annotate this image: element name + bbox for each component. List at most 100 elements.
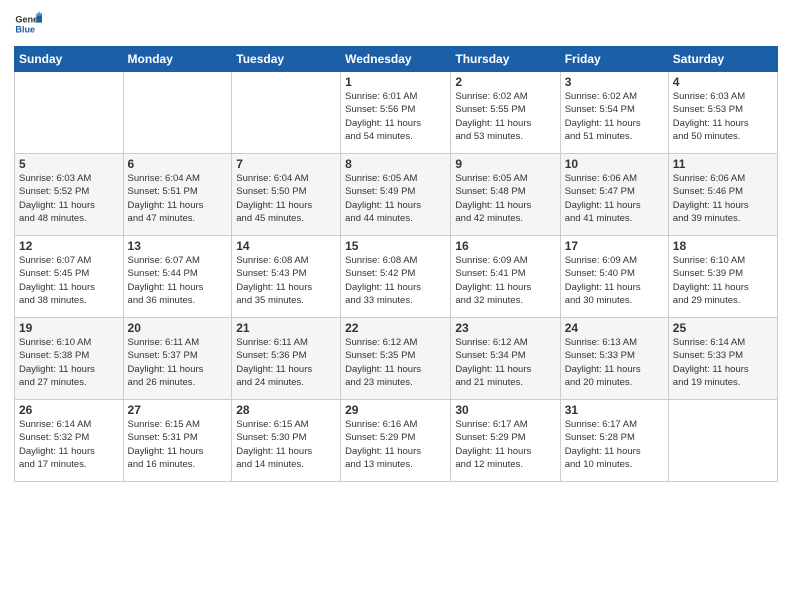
calendar-cell (232, 72, 341, 154)
calendar-cell: 24Sunrise: 6:13 AMSunset: 5:33 PMDayligh… (560, 318, 668, 400)
weekday-header: SundayMondayTuesdayWednesdayThursdayFrid… (15, 47, 778, 72)
day-info: Sunrise: 6:15 AMSunset: 5:30 PMDaylight:… (236, 418, 336, 471)
day-info: Sunrise: 6:17 AMSunset: 5:29 PMDaylight:… (455, 418, 555, 471)
weekday-header-cell: Saturday (668, 47, 777, 72)
day-number: 16 (455, 239, 555, 253)
day-number: 4 (673, 75, 773, 89)
day-info: Sunrise: 6:08 AMSunset: 5:42 PMDaylight:… (345, 254, 446, 307)
day-number: 22 (345, 321, 446, 335)
day-info: Sunrise: 6:03 AMSunset: 5:52 PMDaylight:… (19, 172, 119, 225)
calendar-cell: 20Sunrise: 6:11 AMSunset: 5:37 PMDayligh… (123, 318, 232, 400)
weekday-header-cell: Thursday (451, 47, 560, 72)
day-number: 7 (236, 157, 336, 171)
calendar-cell: 2Sunrise: 6:02 AMSunset: 5:55 PMDaylight… (451, 72, 560, 154)
calendar-cell: 21Sunrise: 6:11 AMSunset: 5:36 PMDayligh… (232, 318, 341, 400)
day-info: Sunrise: 6:03 AMSunset: 5:53 PMDaylight:… (673, 90, 773, 143)
calendar-cell: 31Sunrise: 6:17 AMSunset: 5:28 PMDayligh… (560, 400, 668, 482)
calendar-cell: 23Sunrise: 6:12 AMSunset: 5:34 PMDayligh… (451, 318, 560, 400)
day-info: Sunrise: 6:01 AMSunset: 5:56 PMDaylight:… (345, 90, 446, 143)
calendar-cell: 6Sunrise: 6:04 AMSunset: 5:51 PMDaylight… (123, 154, 232, 236)
day-info: Sunrise: 6:06 AMSunset: 5:46 PMDaylight:… (673, 172, 773, 225)
day-number: 24 (565, 321, 664, 335)
day-info: Sunrise: 6:07 AMSunset: 5:44 PMDaylight:… (128, 254, 228, 307)
day-info: Sunrise: 6:08 AMSunset: 5:43 PMDaylight:… (236, 254, 336, 307)
calendar-cell: 9Sunrise: 6:05 AMSunset: 5:48 PMDaylight… (451, 154, 560, 236)
calendar-cell: 14Sunrise: 6:08 AMSunset: 5:43 PMDayligh… (232, 236, 341, 318)
logo-icon: General Blue (14, 10, 42, 38)
day-number: 29 (345, 403, 446, 417)
day-number: 13 (128, 239, 228, 253)
day-info: Sunrise: 6:11 AMSunset: 5:37 PMDaylight:… (128, 336, 228, 389)
day-number: 14 (236, 239, 336, 253)
day-number: 25 (673, 321, 773, 335)
day-info: Sunrise: 6:05 AMSunset: 5:48 PMDaylight:… (455, 172, 555, 225)
calendar-cell: 12Sunrise: 6:07 AMSunset: 5:45 PMDayligh… (15, 236, 124, 318)
calendar-cell: 8Sunrise: 6:05 AMSunset: 5:49 PMDaylight… (341, 154, 451, 236)
day-info: Sunrise: 6:11 AMSunset: 5:36 PMDaylight:… (236, 336, 336, 389)
calendar-cell (668, 400, 777, 482)
day-info: Sunrise: 6:15 AMSunset: 5:31 PMDaylight:… (128, 418, 228, 471)
weekday-header-cell: Monday (123, 47, 232, 72)
day-number: 19 (19, 321, 119, 335)
calendar-cell: 18Sunrise: 6:10 AMSunset: 5:39 PMDayligh… (668, 236, 777, 318)
calendar-cell (15, 72, 124, 154)
day-number: 23 (455, 321, 555, 335)
day-number: 15 (345, 239, 446, 253)
day-info: Sunrise: 6:06 AMSunset: 5:47 PMDaylight:… (565, 172, 664, 225)
calendar-week-row: 5Sunrise: 6:03 AMSunset: 5:52 PMDaylight… (15, 154, 778, 236)
day-info: Sunrise: 6:09 AMSunset: 5:41 PMDaylight:… (455, 254, 555, 307)
day-info: Sunrise: 6:10 AMSunset: 5:38 PMDaylight:… (19, 336, 119, 389)
weekday-header-cell: Tuesday (232, 47, 341, 72)
calendar-week-row: 12Sunrise: 6:07 AMSunset: 5:45 PMDayligh… (15, 236, 778, 318)
logo: General Blue (14, 10, 42, 38)
weekday-header-cell: Friday (560, 47, 668, 72)
day-number: 6 (128, 157, 228, 171)
day-number: 21 (236, 321, 336, 335)
calendar-cell: 16Sunrise: 6:09 AMSunset: 5:41 PMDayligh… (451, 236, 560, 318)
day-number: 10 (565, 157, 664, 171)
day-number: 9 (455, 157, 555, 171)
calendar-cell: 29Sunrise: 6:16 AMSunset: 5:29 PMDayligh… (341, 400, 451, 482)
calendar-cell: 15Sunrise: 6:08 AMSunset: 5:42 PMDayligh… (341, 236, 451, 318)
svg-text:Blue: Blue (15, 24, 35, 34)
calendar-cell: 19Sunrise: 6:10 AMSunset: 5:38 PMDayligh… (15, 318, 124, 400)
day-number: 18 (673, 239, 773, 253)
day-info: Sunrise: 6:02 AMSunset: 5:55 PMDaylight:… (455, 90, 555, 143)
calendar-week-row: 26Sunrise: 6:14 AMSunset: 5:32 PMDayligh… (15, 400, 778, 482)
calendar-week-row: 1Sunrise: 6:01 AMSunset: 5:56 PMDaylight… (15, 72, 778, 154)
day-number: 8 (345, 157, 446, 171)
day-info: Sunrise: 6:10 AMSunset: 5:39 PMDaylight:… (673, 254, 773, 307)
header: General Blue (14, 10, 778, 38)
day-info: Sunrise: 6:09 AMSunset: 5:40 PMDaylight:… (565, 254, 664, 307)
day-number: 30 (455, 403, 555, 417)
calendar-cell: 22Sunrise: 6:12 AMSunset: 5:35 PMDayligh… (341, 318, 451, 400)
day-number: 27 (128, 403, 228, 417)
day-info: Sunrise: 6:04 AMSunset: 5:51 PMDaylight:… (128, 172, 228, 225)
day-info: Sunrise: 6:14 AMSunset: 5:32 PMDaylight:… (19, 418, 119, 471)
day-info: Sunrise: 6:13 AMSunset: 5:33 PMDaylight:… (565, 336, 664, 389)
calendar-week-row: 19Sunrise: 6:10 AMSunset: 5:38 PMDayligh… (15, 318, 778, 400)
calendar-cell: 25Sunrise: 6:14 AMSunset: 5:33 PMDayligh… (668, 318, 777, 400)
weekday-header-cell: Wednesday (341, 47, 451, 72)
day-info: Sunrise: 6:04 AMSunset: 5:50 PMDaylight:… (236, 172, 336, 225)
calendar-cell: 17Sunrise: 6:09 AMSunset: 5:40 PMDayligh… (560, 236, 668, 318)
calendar-cell: 30Sunrise: 6:17 AMSunset: 5:29 PMDayligh… (451, 400, 560, 482)
day-info: Sunrise: 6:16 AMSunset: 5:29 PMDaylight:… (345, 418, 446, 471)
day-number: 28 (236, 403, 336, 417)
calendar-cell: 13Sunrise: 6:07 AMSunset: 5:44 PMDayligh… (123, 236, 232, 318)
day-number: 31 (565, 403, 664, 417)
calendar-cell: 1Sunrise: 6:01 AMSunset: 5:56 PMDaylight… (341, 72, 451, 154)
calendar-cell: 3Sunrise: 6:02 AMSunset: 5:54 PMDaylight… (560, 72, 668, 154)
calendar-cell: 11Sunrise: 6:06 AMSunset: 5:46 PMDayligh… (668, 154, 777, 236)
day-number: 12 (19, 239, 119, 253)
calendar-cell (123, 72, 232, 154)
day-number: 1 (345, 75, 446, 89)
day-number: 11 (673, 157, 773, 171)
day-info: Sunrise: 6:12 AMSunset: 5:34 PMDaylight:… (455, 336, 555, 389)
calendar-cell: 7Sunrise: 6:04 AMSunset: 5:50 PMDaylight… (232, 154, 341, 236)
day-number: 26 (19, 403, 119, 417)
weekday-header-cell: Sunday (15, 47, 124, 72)
day-number: 2 (455, 75, 555, 89)
calendar-cell: 27Sunrise: 6:15 AMSunset: 5:31 PMDayligh… (123, 400, 232, 482)
day-number: 20 (128, 321, 228, 335)
